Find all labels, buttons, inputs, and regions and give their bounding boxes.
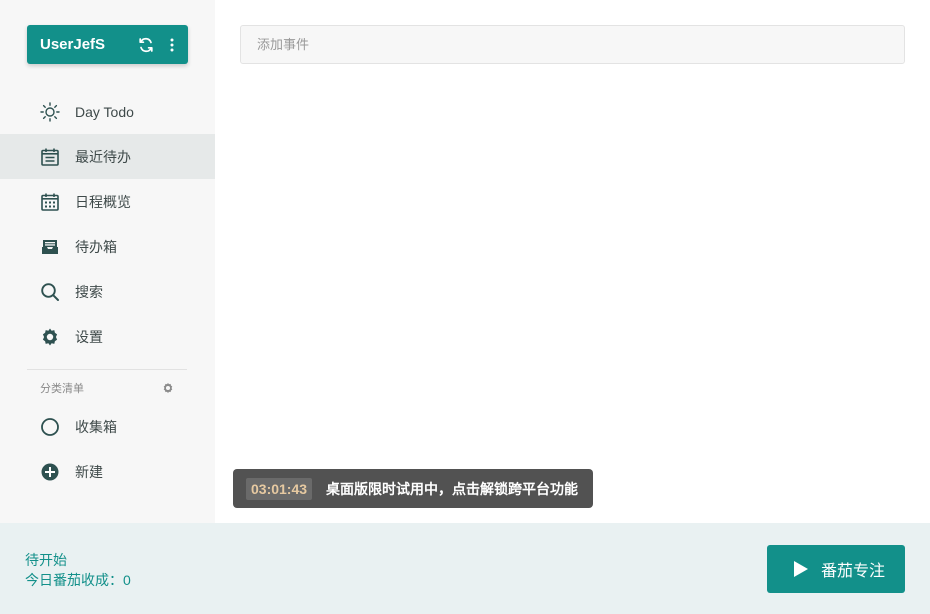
trial-banner[interactable]: 03:01:43 桌面版限时试用中，点击解锁跨平台功能: [233, 469, 593, 508]
nav-label: Day Todo: [75, 103, 134, 120]
nav-label: 最近待办: [75, 148, 131, 165]
nav-item-search[interactable]: 搜索: [0, 269, 215, 314]
gear-icon: [40, 327, 60, 347]
sidebar-divider: [27, 369, 187, 370]
user-name: UserJefS: [40, 36, 106, 53]
status-text: 待开始: [25, 552, 67, 568]
category-item-inbox[interactable]: 收集箱: [0, 404, 215, 449]
nav-item-day-todo[interactable]: Day Todo: [0, 89, 215, 134]
nav-item-recent-todo[interactable]: 最近待办: [0, 134, 215, 179]
category-gear-icon[interactable]: [162, 381, 174, 394]
nav-label: 设置: [75, 328, 103, 345]
sun-icon: [40, 101, 60, 122]
nav-label: 日程概览: [75, 193, 131, 210]
add-event-input[interactable]: [240, 25, 905, 64]
calendar-list-icon: [40, 147, 60, 167]
pomodoro-focus-button[interactable]: 番茄专注: [767, 545, 905, 593]
user-account-button[interactable]: UserJefS: [27, 25, 188, 64]
trial-message: 桌面版限时试用中，点击解锁跨平台功能: [326, 480, 579, 497]
focus-button-label: 番茄专注: [821, 563, 886, 580]
category-list-header: 分类清单: [40, 383, 84, 395]
nav-label: 待办箱: [75, 238, 117, 255]
nav-item-settings[interactable]: 设置: [0, 314, 215, 359]
nav-item-todo-box[interactable]: 待办箱: [0, 224, 215, 269]
harvest-count: 今日番茄收成：0: [25, 572, 131, 588]
inbox-tray-icon: [40, 237, 60, 257]
nav-label: 搜索: [75, 283, 103, 300]
category-label: 新建: [75, 463, 103, 480]
circle-icon: [40, 417, 60, 437]
more-vertical-icon[interactable]: [162, 35, 182, 55]
category-label: 收集箱: [75, 418, 117, 435]
pomodoro-status: 待开始 今日番茄收成：0: [25, 550, 131, 590]
trial-timer: 03:01:43: [246, 477, 313, 500]
play-icon: [793, 560, 809, 578]
sidebar: UserJefS Day Todo 最近待办 日程概览 待办箱 搜索 设置 分类…: [0, 0, 215, 523]
calendar-grid-icon: [40, 192, 60, 212]
category-item-new[interactable]: 新建: [0, 449, 215, 494]
nav-item-schedule-overview[interactable]: 日程概览: [0, 179, 215, 224]
refresh-icon[interactable]: [136, 35, 156, 55]
plus-circle-icon: [40, 462, 60, 482]
search-icon: [40, 282, 60, 302]
pomodoro-footer: 待开始 今日番茄收成：0 番茄专注: [0, 523, 930, 614]
